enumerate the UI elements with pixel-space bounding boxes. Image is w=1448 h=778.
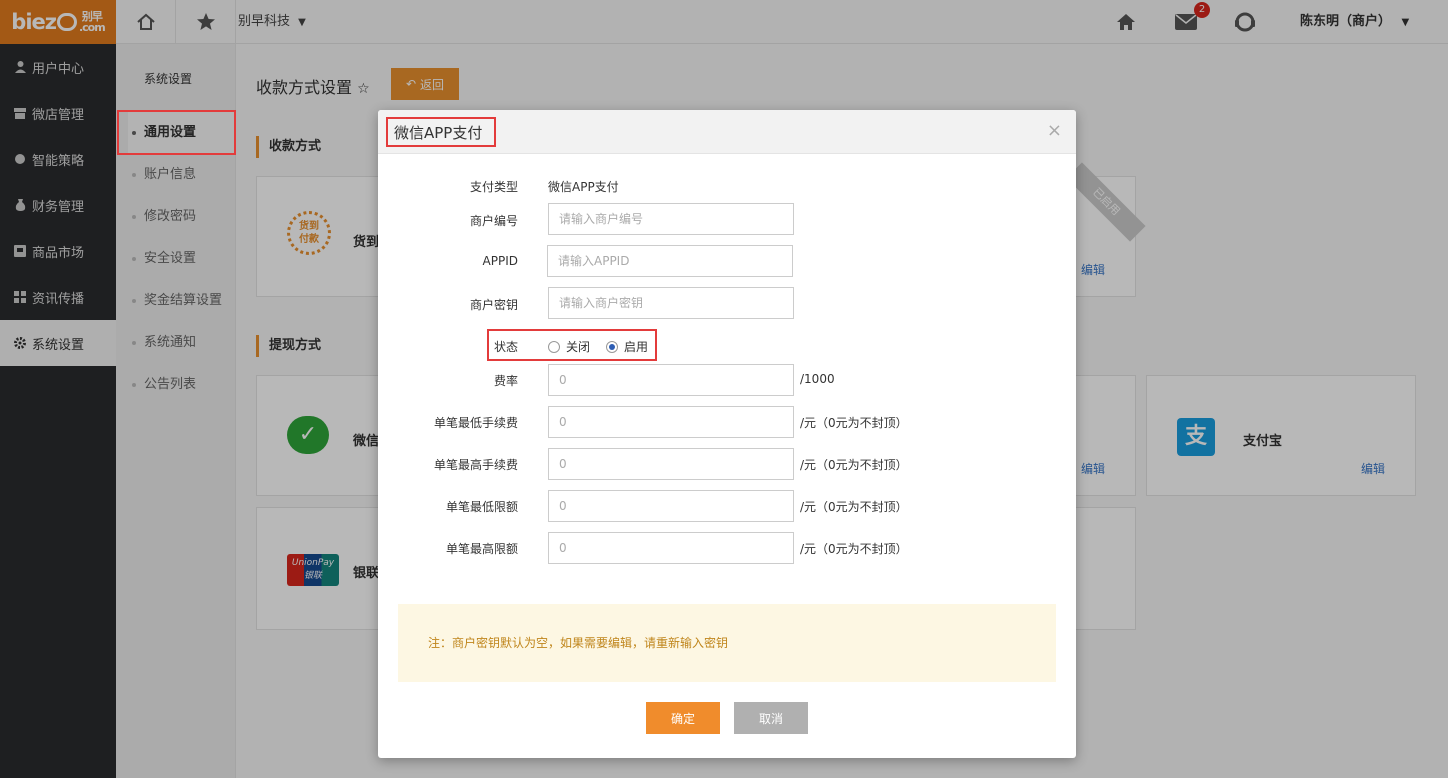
max-limit-input[interactable] (548, 532, 794, 564)
min-limit-input[interactable] (548, 490, 794, 522)
min-limit-suffix: /元（0元为不封顶） (800, 500, 908, 514)
appid-input[interactable] (547, 245, 793, 277)
min-fee-input[interactable] (548, 406, 794, 438)
max-fee-label: 单笔最高手续费 (433, 458, 518, 472)
highlight-box-status (487, 329, 657, 361)
close-icon[interactable]: × (1047, 122, 1062, 140)
merchant-no-label: 商户编号 (469, 214, 518, 228)
rate-suffix: /1000 (800, 372, 835, 386)
min-fee-label: 单笔最低手续费 (433, 416, 518, 430)
merchant-no-input[interactable] (548, 203, 794, 235)
pay-type-value: 微信APP支付 (548, 180, 619, 194)
max-limit-suffix: /元（0元为不封顶） (800, 542, 908, 556)
rate-input[interactable] (548, 364, 794, 396)
wechat-app-pay-dialog: 微信APP支付 × 支付类型 微信APP支付 商户编号 APPID 商户密钥 状… (378, 110, 1076, 758)
rate-label: 费率 (493, 374, 518, 388)
secret-label: 商户密钥 (469, 298, 518, 312)
dialog-note: 注：商户密钥默认为空，如果需要编辑，请重新输入密钥 (398, 604, 1056, 682)
confirm-button[interactable]: 确定 (646, 702, 720, 734)
min-fee-suffix: /元（0元为不封顶） (800, 416, 908, 430)
secret-input[interactable] (548, 287, 794, 319)
max-fee-input[interactable] (548, 448, 794, 480)
max-fee-suffix: /元（0元为不封顶） (800, 458, 908, 472)
cancel-button[interactable]: 取消 (734, 702, 808, 734)
highlight-box-dialog-title (386, 117, 496, 147)
highlight-box-general-settings (117, 110, 236, 155)
min-limit-label: 单笔最低限额 (445, 500, 518, 514)
max-limit-label: 单笔最高限额 (445, 542, 518, 556)
pay-type-label: 支付类型 (469, 180, 518, 194)
appid-label: APPID (482, 254, 518, 268)
